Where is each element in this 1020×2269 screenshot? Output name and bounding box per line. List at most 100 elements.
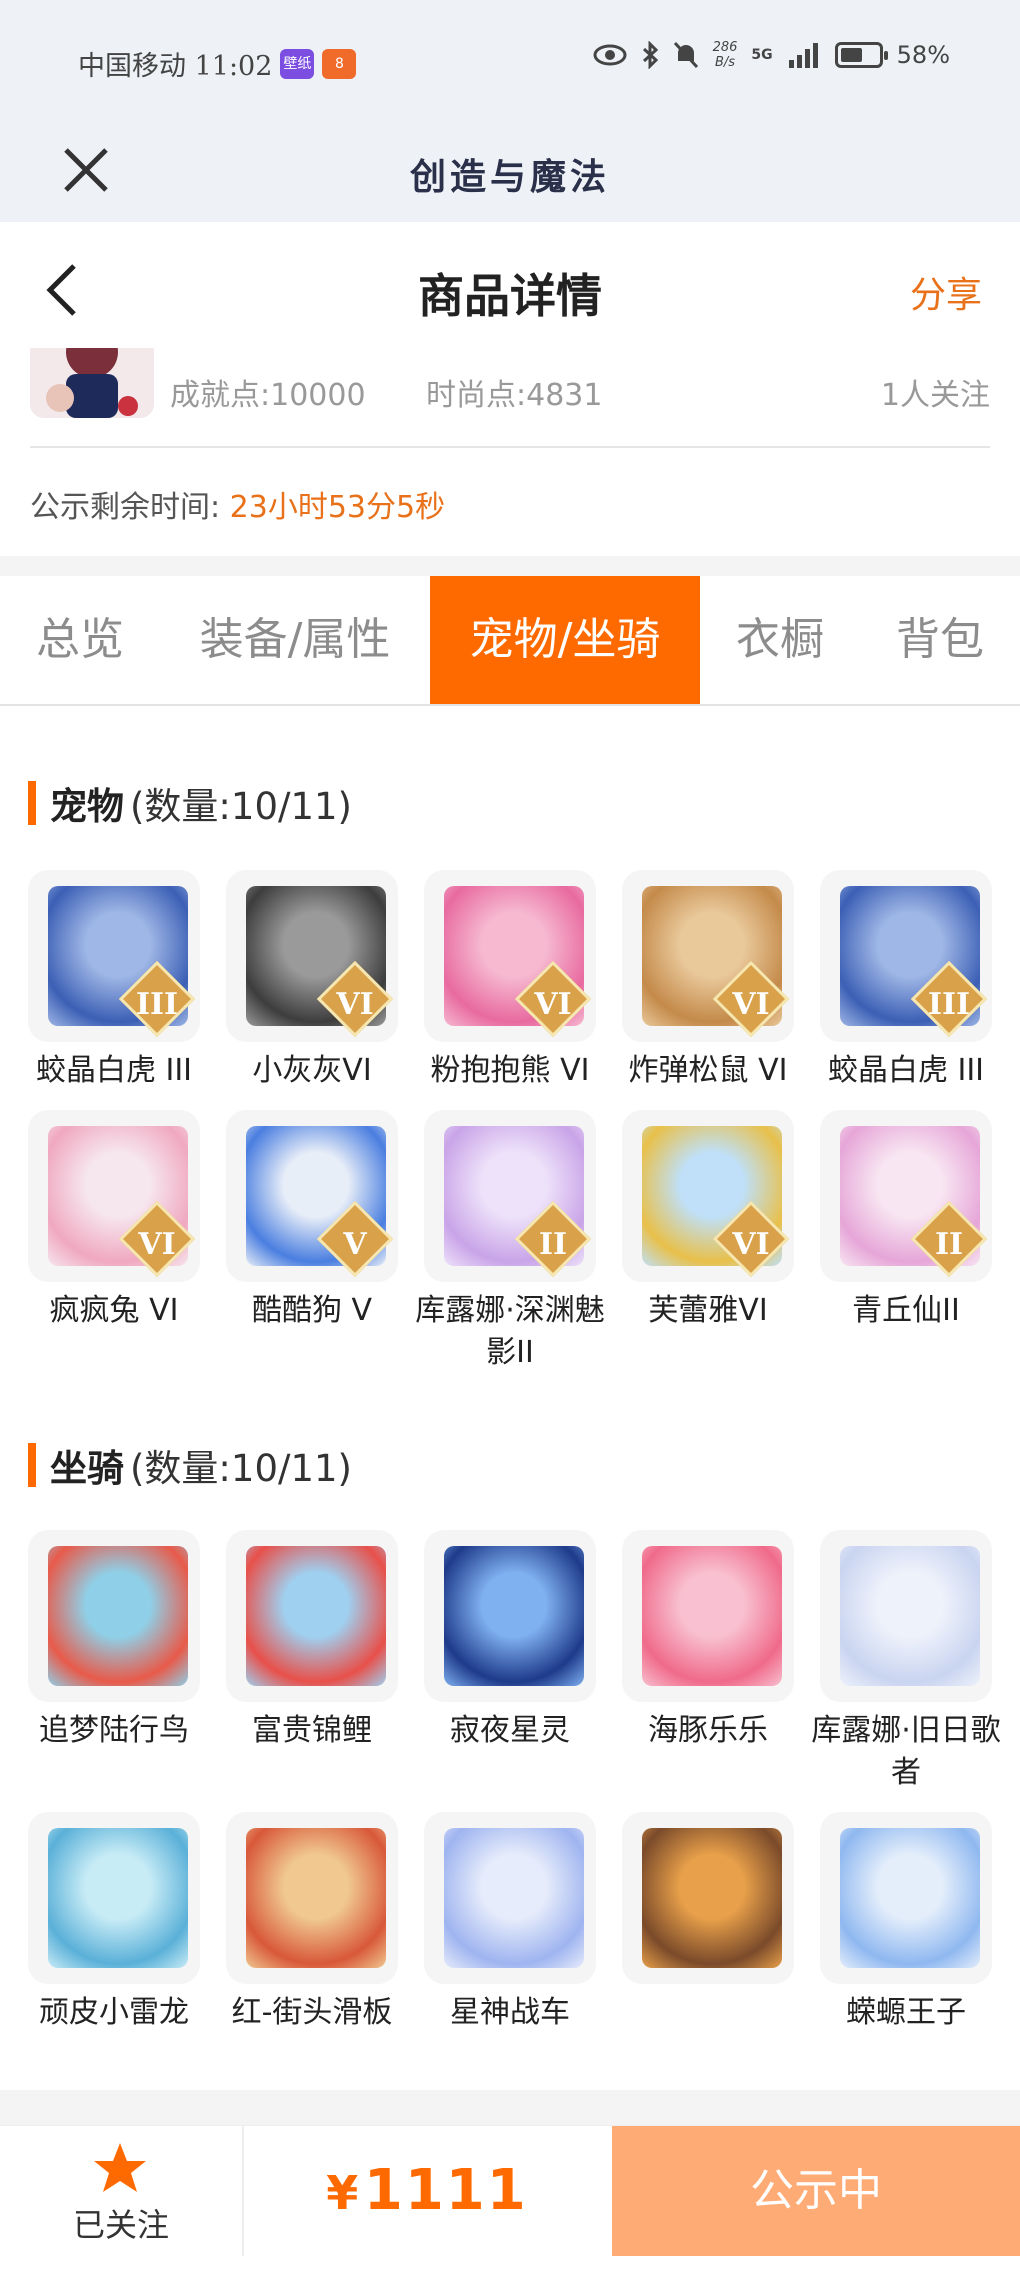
- countdown-label: 公示剩余时间:: [30, 490, 221, 525]
- bottom-gap: [0, 2090, 1020, 2128]
- bottom-bar: 已关注 ¥ 1111 公示中: [0, 2125, 1020, 2256]
- pet-item[interactable]: VI 小灰灰VI: [226, 870, 398, 1092]
- grade-text: V: [343, 1227, 367, 1262]
- item-label: 寂夜星灵: [450, 1713, 570, 1748]
- mount-item[interactable]: 红-街头滑板: [226, 1812, 398, 2034]
- grade-text: VI: [732, 1227, 770, 1262]
- mount-image: [840, 1546, 980, 1686]
- pet-item[interactable]: III 蛟晶白虎 III: [28, 870, 200, 1092]
- pet-item[interactable]: II 库露娜·深渊魅影II: [415, 1110, 605, 1374]
- section-gap: [0, 556, 1020, 576]
- mount-image: [642, 1546, 782, 1686]
- pet-item[interactable]: VI 芙蕾雅VI: [622, 1110, 794, 1332]
- item-tile: [820, 1812, 992, 1984]
- mounts-title: 坐骑: [50, 1447, 124, 1490]
- pet-item[interactable]: III 蛟晶白虎 III: [820, 870, 992, 1092]
- item-tile: VI: [28, 1110, 200, 1282]
- mount-item[interactable]: 顽皮小雷龙: [28, 1812, 200, 2034]
- item-tile: [622, 1812, 794, 1984]
- fashion-points: 时尚点:4831: [426, 378, 603, 413]
- pets-count: (数量:10/11): [130, 785, 352, 828]
- item-label: 库露娜·旧日歌者: [811, 1713, 1001, 1790]
- carrier-time: 中国移动 11:02: [78, 51, 273, 82]
- battery-percent: 58%: [896, 41, 950, 69]
- app-bar: 创造与魔法: [0, 122, 1020, 222]
- item-tile: [622, 1530, 794, 1702]
- status-bar: 中国移动 11:02 壁纸 8 286 B/s 5G 58%: [0, 0, 1020, 122]
- account-info: 成就点:10000 时尚点:4831 1人关注: [0, 348, 1020, 448]
- pet-item[interactable]: VI 炸弹松鼠 VI: [622, 870, 794, 1092]
- pet-item[interactable]: VI 粉抱抱熊 VI: [424, 870, 596, 1092]
- mount-item[interactable]: 星神战车: [424, 1812, 596, 2034]
- mount-image: [444, 1828, 584, 1968]
- section-accent-bar: [28, 781, 36, 825]
- section-accent-bar: [28, 1443, 36, 1487]
- status-left: 中国移动 11:02 壁纸 8: [78, 44, 357, 83]
- signal-icon: [788, 43, 818, 68]
- tab-bar: 总览 装备/属性 宠物/坐骑 衣橱 背包: [0, 576, 1020, 706]
- share-button[interactable]: 分享: [910, 266, 982, 318]
- item-label: 疯疯兔 VI: [49, 1293, 179, 1328]
- mount-image: [48, 1828, 188, 1968]
- currency-symbol: ¥: [326, 2166, 359, 2220]
- tab-wardrobe[interactable]: 衣橱: [700, 576, 860, 704]
- item-label: 蛟晶白虎 III: [35, 1053, 193, 1088]
- mount-item[interactable]: [622, 1812, 794, 1992]
- mount-image: [246, 1828, 386, 1968]
- grade-text: III: [135, 987, 179, 1022]
- item-label: 红-街头滑板: [231, 1995, 393, 2030]
- page-title: 商品详情: [418, 269, 602, 323]
- followers-count: 1人关注: [880, 378, 990, 413]
- mount-image: [246, 1546, 386, 1686]
- mount-item[interactable]: 海豚乐乐: [622, 1530, 794, 1752]
- grade-text: II: [538, 1227, 568, 1262]
- countdown-time: 23小时53分5秒: [229, 490, 446, 525]
- tab-equipment[interactable]: 装备/属性: [160, 576, 430, 704]
- pets-section-title: 宠物 (数量:10/11): [28, 776, 352, 830]
- divider: [30, 446, 990, 448]
- grade-text: VI: [732, 987, 770, 1022]
- mounts-section-title: 坐骑 (数量:10/11): [28, 1438, 352, 1492]
- app-notification-icon: 8: [322, 48, 357, 79]
- grade-text: VI: [336, 987, 374, 1022]
- follow-button[interactable]: 已关注: [0, 2126, 244, 2256]
- grade-text: VI: [138, 1227, 176, 1262]
- item-tile: [28, 1812, 200, 1984]
- follow-label: 已关注: [72, 2206, 169, 2244]
- countdown: 公示剩余时间: 23小时53分5秒: [30, 482, 445, 526]
- item-label: 海豚乐乐: [648, 1713, 768, 1748]
- network-speed: 286 B/s: [713, 40, 738, 70]
- item-tile: III: [28, 870, 200, 1042]
- battery-icon: [834, 42, 888, 68]
- item-label: 富贵锦鲤: [252, 1713, 372, 1748]
- grade-text: VI: [534, 987, 572, 1022]
- item-label: 芙蕾雅VI: [648, 1293, 768, 1328]
- pet-item[interactable]: V 酷酷狗 V: [226, 1110, 398, 1332]
- pet-item[interactable]: VI 疯疯兔 VI: [28, 1110, 200, 1332]
- mount-item[interactable]: 库露娜·旧日歌者: [811, 1530, 1001, 1794]
- item-tile: [424, 1530, 596, 1702]
- network-speed-unit: B/s: [714, 55, 736, 70]
- status-right: 286 B/s 5G 58%: [593, 40, 950, 70]
- pet-item[interactable]: II 青丘仙II: [820, 1110, 992, 1332]
- tab-backpack[interactable]: 背包: [860, 576, 1020, 704]
- item-tile: [226, 1530, 398, 1702]
- price: ¥ 1111: [242, 2126, 612, 2256]
- status-button[interactable]: 公示中: [612, 2126, 1020, 2256]
- item-tile: VI: [622, 1110, 794, 1282]
- tab-overview[interactable]: 总览: [0, 576, 160, 704]
- item-label: 炸弹松鼠 VI: [628, 1053, 788, 1088]
- mount-item[interactable]: 蝾螈王子: [820, 1812, 992, 2034]
- grade-text: III: [927, 987, 971, 1022]
- item-tile: [28, 1530, 200, 1702]
- item-tile: [424, 1812, 596, 1984]
- item-tile: VI: [424, 870, 596, 1042]
- mount-item[interactable]: 富贵锦鲤: [226, 1530, 398, 1752]
- grade-text: II: [934, 1227, 964, 1262]
- mount-image: [642, 1828, 782, 1968]
- mount-item[interactable]: 追梦陆行鸟: [28, 1530, 200, 1752]
- achievement-points: 成就点:10000: [170, 378, 366, 413]
- tab-pets-mounts[interactable]: 宠物/坐骑: [430, 576, 700, 704]
- app-title: 创造与魔法: [409, 156, 610, 198]
- mount-item[interactable]: 寂夜星灵: [424, 1530, 596, 1752]
